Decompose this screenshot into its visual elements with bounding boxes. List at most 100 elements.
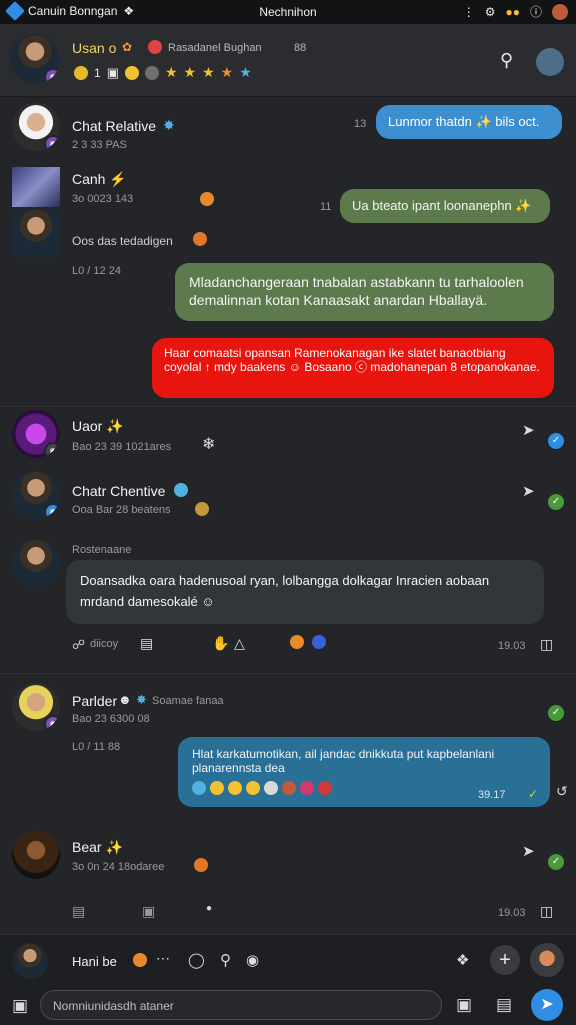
- emoji-icon: ☻: [118, 692, 132, 707]
- emoji-icon: [194, 858, 208, 872]
- message-time: 11: [320, 201, 332, 213]
- message-bubble[interactable]: Ua bteato ipant loonanephn ✨: [340, 189, 550, 223]
- check-icon: ✓: [528, 787, 539, 801]
- avatar[interactable]: [12, 943, 48, 979]
- send-icon[interactable]: ➤: [522, 842, 535, 860]
- action-label[interactable]: diicoy: [90, 638, 118, 650]
- emoji-icon[interactable]: [282, 781, 296, 795]
- star-icon[interactable]: ★: [221, 64, 234, 81]
- more-icon[interactable]: ⋯: [156, 950, 170, 967]
- star-icon[interactable]: ★: [165, 64, 178, 81]
- chat-name[interactable]: Uaor ✨: [72, 418, 124, 435]
- status-badge: ◉: [44, 135, 60, 151]
- settings-icon[interactable]: ⚙: [485, 5, 496, 19]
- star-icon[interactable]: ★: [202, 64, 215, 81]
- message-bubble[interactable]: Doansadka oara hadenusoal ryan, lolbangg…: [66, 560, 544, 624]
- message-list[interactable]: ◉ Chat Relative ✸ 2 3 33 PAS 13 Lunmor t…: [0, 97, 576, 933]
- avatar[interactable]: [12, 831, 60, 879]
- chat-name[interactable]: Parlder: [72, 693, 117, 709]
- message-bubble[interactable]: Lunmor thatdn ✨ bils oct.: [376, 105, 562, 139]
- smile-icon[interactable]: [124, 65, 139, 80]
- chat-meta: Bao 23 6300 08: [72, 713, 150, 725]
- toggle-icon[interactable]: ●●: [505, 5, 520, 19]
- flask-icon[interactable]: △: [234, 635, 245, 652]
- clock-icon[interactable]: [144, 65, 159, 80]
- chat-meta: Oos das tedadigen: [72, 234, 173, 248]
- emoji-icon[interactable]: [192, 781, 206, 795]
- camera-icon[interactable]: ▣: [107, 65, 119, 81]
- message-bubble[interactable]: Haar comaatsi opansan Ramenokanagan ike …: [152, 338, 554, 398]
- status-badge: ◉: [44, 503, 60, 519]
- avatar[interactable]: ◉: [12, 103, 60, 151]
- info-icon[interactable]: ⓘ: [530, 3, 542, 20]
- chat-name[interactable]: Bear ✨: [72, 839, 123, 856]
- chart-icon[interactable]: ◫: [540, 636, 553, 653]
- star-icon[interactable]: ★: [184, 64, 197, 81]
- hands-icon[interactable]: ✋: [212, 635, 229, 652]
- read-status-icon: ✓: [548, 433, 564, 449]
- chat-meta: 3o 0n 24 18odaree: [72, 861, 165, 873]
- link-icon[interactable]: ☍: [72, 637, 85, 653]
- chat-tag: Soamae fanaa: [152, 695, 224, 707]
- avatar[interactable]: ◉: [10, 34, 60, 84]
- contact-count: 88: [294, 42, 307, 54]
- star-icon[interactable]: ★: [239, 64, 252, 81]
- camera-icon[interactable]: ▣: [142, 903, 155, 920]
- gif-icon[interactable]: ❖: [456, 951, 469, 969]
- search-icon[interactable]: ⚲: [500, 50, 513, 71]
- sticker-icon[interactable]: ◉: [246, 951, 259, 969]
- emoji-icon[interactable]: [318, 781, 332, 795]
- avatar[interactable]: [12, 209, 60, 257]
- add-button[interactable]: +: [490, 945, 520, 975]
- image-icon[interactable]: ▤: [496, 995, 512, 1015]
- chat-meta: Ooa Bar 28 beatens: [72, 504, 171, 516]
- status-badge: ◉: [44, 442, 60, 458]
- emoji-icon[interactable]: [246, 781, 260, 795]
- avatar[interactable]: [530, 943, 564, 977]
- emoji-icon[interactable]: [300, 781, 314, 795]
- chat-name[interactable]: Canh ⚡: [72, 171, 127, 188]
- message-text: Haar comaatsi opansan Ramenokanagan ike …: [164, 346, 540, 374]
- avatar[interactable]: [12, 539, 60, 587]
- status-badge: ◉: [44, 68, 60, 84]
- reply-icon[interactable]: ↺: [556, 783, 568, 800]
- message-input[interactable]: Nomniunidasdh ataner: [40, 990, 442, 1020]
- emoji-icon[interactable]: [312, 635, 326, 649]
- more-icon[interactable]: ⋮: [463, 5, 475, 19]
- chat-name[interactable]: Chatr Chentive: [72, 483, 165, 499]
- send-icon[interactable]: ➤: [522, 482, 535, 500]
- emoji-icon[interactable]: [228, 781, 242, 795]
- emoji-icon[interactable]: [264, 781, 278, 795]
- send-icon[interactable]: ➤: [522, 421, 535, 439]
- thumbnail[interactable]: [12, 167, 60, 207]
- status-bar: Canuin Bonngan ❖ Nechnihon ⋮ ⚙ ●● ⓘ: [0, 0, 576, 24]
- camera-icon[interactable]: ▣: [12, 996, 28, 1016]
- message-time: 19.03: [498, 640, 526, 652]
- send-button[interactable]: ➤: [531, 989, 563, 1021]
- divider: [0, 673, 576, 674]
- message-text: Hlat karkatumotikan, ail jandac dnikkuta…: [192, 747, 495, 775]
- avatar[interactable]: ◉: [12, 471, 60, 519]
- message-bubble[interactable]: Mladanchangeraan tnabalan astabkann tu t…: [175, 263, 554, 321]
- chart-icon[interactable]: ◫: [540, 903, 553, 920]
- chat-name[interactable]: Chat Relative: [72, 118, 156, 134]
- contact-name[interactable]: Usan o: [72, 40, 116, 56]
- avatar[interactable]: ◉: [12, 410, 60, 458]
- document-icon[interactable]: ▤: [140, 635, 153, 652]
- emoji-icon[interactable]: [210, 781, 224, 795]
- flame-icon: ✿: [122, 40, 133, 54]
- record-icon: [148, 40, 162, 54]
- chat-meta: Bao 23 39 1021ares: [72, 441, 172, 453]
- profile-avatar-button[interactable]: [536, 48, 564, 76]
- profile-icon[interactable]: [552, 3, 568, 20]
- attach-icon[interactable]: ◯: [188, 951, 205, 969]
- verified-icon: ✸: [163, 117, 175, 133]
- emoji-icon: [193, 232, 207, 246]
- search-icon[interactable]: ⚲: [220, 951, 231, 969]
- sender-label: Rostenaane: [72, 544, 132, 556]
- avatar[interactable]: ◉: [12, 683, 60, 731]
- document-icon[interactable]: ▤: [72, 903, 85, 920]
- emoji-icon[interactable]: [290, 635, 304, 649]
- message-text: Lunmor thatdn ✨ bils oct.: [388, 114, 540, 129]
- screen-icon[interactable]: ▣: [456, 995, 472, 1015]
